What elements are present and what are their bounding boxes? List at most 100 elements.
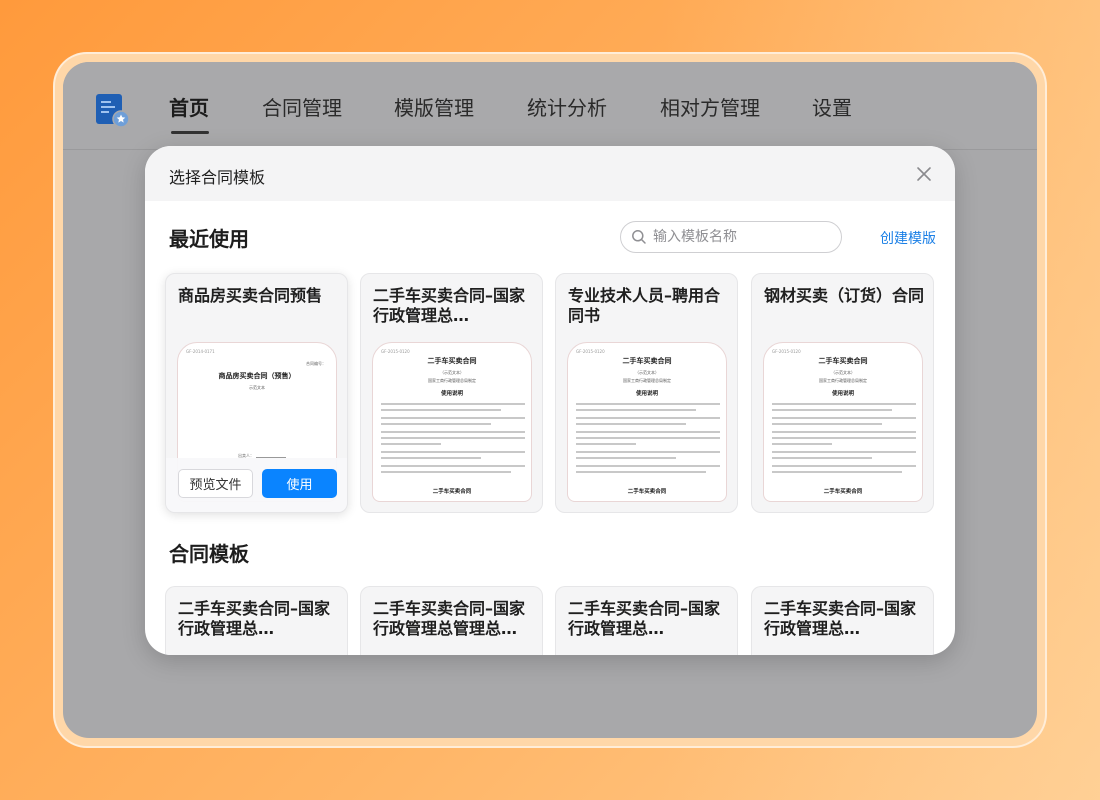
doc-code: GF-2014-0171 xyxy=(186,349,215,354)
doc-text-line xyxy=(381,431,525,433)
doc-number-label: 合同编号： xyxy=(306,361,326,366)
doc-text-line xyxy=(576,451,720,453)
card-title: 二手车买卖合同–国家行政管理总… xyxy=(178,599,331,638)
template-card[interactable]: 二手车买卖合同–国家行政管理总… xyxy=(555,586,738,655)
recent-template-card[interactable]: 二手车买卖合同–国家行政管理总… GF-2015-0120 二手车买卖合同 （示… xyxy=(360,273,543,513)
doc-code: GF-2015-0120 xyxy=(381,349,410,354)
doc-text-line xyxy=(772,409,892,411)
doc-text-line xyxy=(772,465,916,467)
card-title: 专业技术人员–聘用合同书 xyxy=(568,286,721,325)
template-card[interactable]: 二手车买卖合同–国家行政管理总… xyxy=(165,586,348,655)
doc-text-line xyxy=(381,409,501,411)
doc-text-line xyxy=(381,465,525,467)
doc-text-line xyxy=(576,443,636,445)
card-actions: 预览文件 使用 xyxy=(166,458,347,512)
doc-text-line xyxy=(381,471,511,473)
nav-item-label: 设置 xyxy=(812,96,852,120)
recent-section-title: 最近使用 xyxy=(169,227,249,251)
doc-text-line xyxy=(576,423,686,425)
doc-text-line xyxy=(576,403,720,405)
doc-footer-title: 二手车买卖合同 xyxy=(627,489,667,495)
doc-section-title: 使用说明 xyxy=(440,391,463,397)
doc-text-line xyxy=(576,465,720,467)
template-card[interactable]: 二手车买卖合同–国家行政管理总管理总… xyxy=(360,586,543,655)
doc-text-line xyxy=(381,457,481,459)
card-title: 二手车买卖合同–国家行政管理总… xyxy=(764,599,917,638)
dialog-header: 选择合同模板 xyxy=(145,146,955,201)
doc-text-line xyxy=(772,451,916,453)
nav-item-home[interactable]: 首页 xyxy=(169,92,209,134)
nav-item-label: 首页 xyxy=(169,96,209,120)
nav-item-label: 合同管理 xyxy=(262,96,342,120)
search-input[interactable] xyxy=(653,222,838,252)
close-icon[interactable] xyxy=(915,165,933,183)
doc-footer-title: 二手车买卖合同 xyxy=(823,489,863,495)
doc-subheading: 示范文本 xyxy=(249,385,265,390)
document-thumbnail: GF-2015-0120 二手车买卖合同 （示范文本） 国家工商行政管理总局制定… xyxy=(372,342,532,502)
create-template-link[interactable]: 创建模版 xyxy=(880,228,936,248)
doc-code: GF-2015-0120 xyxy=(772,349,801,354)
nav-item-label: 统计分析 xyxy=(527,96,607,120)
doc-issuer: 国家工商行政管理总局制定 xyxy=(623,378,671,383)
nav-item-label: 相对方管理 xyxy=(660,96,760,120)
doc-subheading: （示范文本） xyxy=(440,370,464,375)
doc-footer-title: 二手车买卖合同 xyxy=(432,489,472,495)
doc-text-line xyxy=(381,417,525,419)
doc-text-line xyxy=(772,423,882,425)
doc-text-line xyxy=(381,403,525,405)
card-title: 二手车买卖合同–国家行政管理总… xyxy=(373,286,526,325)
doc-code: GF-2015-0120 xyxy=(576,349,605,354)
recent-template-card[interactable]: 钢材买卖（订货）合同 GF-2015-0120 二手车买卖合同 （示范文本） 国… xyxy=(751,273,934,513)
active-tab-indicator xyxy=(171,131,209,134)
doc-text-line xyxy=(772,403,916,405)
nav-item-counterparties[interactable]: 相对方管理 xyxy=(660,92,760,128)
doc-text-line xyxy=(576,409,696,411)
recent-template-card[interactable]: 专业技术人员–聘用合同书 GF-2015-0120 二手车买卖合同 （示范文本）… xyxy=(555,273,738,513)
doc-text-line xyxy=(772,431,916,433)
doc-text-line xyxy=(381,437,525,439)
preview-button[interactable]: 预览文件 xyxy=(178,469,253,498)
app-logo-icon xyxy=(96,94,130,128)
nav-item-settings[interactable]: 设置 xyxy=(812,92,852,128)
doc-text-line xyxy=(576,471,706,473)
nav-item-contracts[interactable]: 合同管理 xyxy=(262,92,342,128)
nav-item-statistics[interactable]: 统计分析 xyxy=(527,92,607,128)
doc-text-line xyxy=(381,451,525,453)
doc-text-line xyxy=(576,417,720,419)
top-navigation-bar: 首页 合同管理 模版管理 统计分析 相对方管理 设置 xyxy=(63,62,1037,150)
doc-heading: 二手车买卖合同 xyxy=(622,357,672,365)
doc-subheading: （示范文本） xyxy=(831,370,855,375)
use-button[interactable]: 使用 xyxy=(262,469,337,498)
doc-heading: 二手车买卖合同 xyxy=(818,357,868,365)
template-search[interactable] xyxy=(620,221,842,253)
doc-text-line xyxy=(576,457,676,459)
doc-subheading: （示范文本） xyxy=(635,370,659,375)
dialog-title: 选择合同模板 xyxy=(169,168,266,187)
doc-heading: 商品房买卖合同（预售） xyxy=(218,372,296,380)
doc-text-line xyxy=(772,437,916,439)
template-card[interactable]: 二手车买卖合同–国家行政管理总… xyxy=(751,586,934,655)
doc-text-line xyxy=(576,431,720,433)
document-thumbnail: GF-2015-0120 二手车买卖合同 （示范文本） 国家工商行政管理总局制定… xyxy=(763,342,923,502)
doc-text-line xyxy=(772,457,872,459)
templates-section-title: 合同模板 xyxy=(169,542,249,566)
doc-heading: 二手车买卖合同 xyxy=(427,357,477,365)
document-thumbnail: GF-2015-0120 二手车买卖合同 （示范文本） 国家工商行政管理总局制定… xyxy=(567,342,727,502)
doc-text-line xyxy=(381,443,441,445)
doc-text-line xyxy=(772,417,916,419)
select-template-dialog: 选择合同模板 最近使用 创建模版 商品房买卖合同预售 GF-2014-0171 … xyxy=(145,146,955,655)
doc-text-line xyxy=(576,437,720,439)
main-nav: 首页 合同管理 模版管理 统计分析 相对方管理 设置 xyxy=(169,92,852,134)
doc-text-line xyxy=(772,443,832,445)
nav-item-templates[interactable]: 模版管理 xyxy=(394,92,474,128)
doc-section-title: 使用说明 xyxy=(635,391,658,397)
doc-text-line xyxy=(381,423,491,425)
card-title: 二手车买卖合同–国家行政管理总… xyxy=(568,599,721,638)
card-title: 二手车买卖合同–国家行政管理总管理总… xyxy=(373,599,526,638)
search-icon xyxy=(632,230,646,244)
doc-issuer: 国家工商行政管理总局制定 xyxy=(428,378,476,383)
card-title: 钢材买卖（订货）合同 xyxy=(764,286,924,305)
doc-section-title: 使用说明 xyxy=(831,391,854,397)
card-title: 商品房买卖合同预售 xyxy=(178,286,323,305)
recent-template-card[interactable]: 商品房买卖合同预售 GF-2014-0171 合同编号： 商品房买卖合同（预售）… xyxy=(165,273,348,513)
